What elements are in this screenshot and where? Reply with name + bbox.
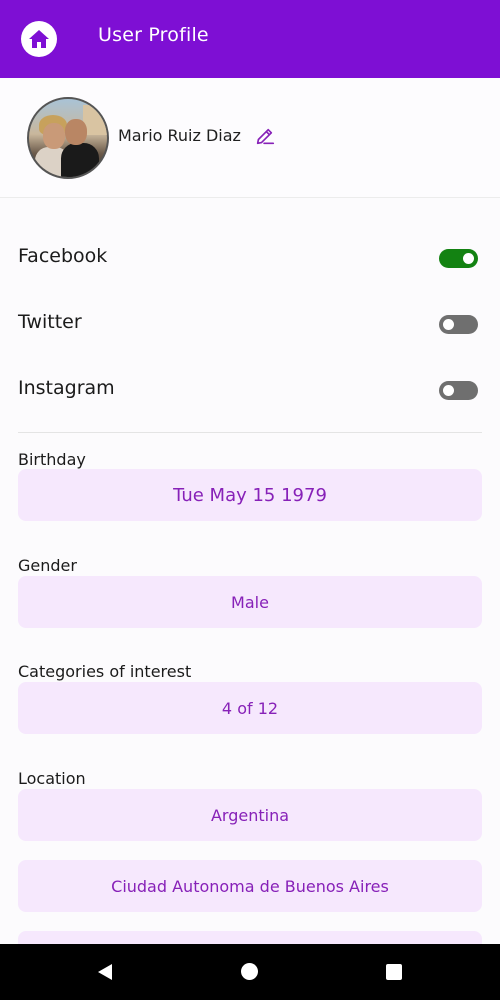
twitter-label: Twitter: [18, 311, 82, 333]
page-title: User Profile: [98, 24, 209, 46]
home-circle-icon[interactable]: [241, 963, 258, 980]
home-button[interactable]: [21, 21, 57, 57]
gender-field[interactable]: Male: [18, 576, 482, 628]
pencil-icon[interactable]: [254, 125, 276, 147]
categories-label: Categories of interest: [18, 662, 192, 681]
region-field[interactable]: Ciudad Autonoma de Buenos Aires: [18, 860, 482, 912]
social-row-twitter: Twitter: [18, 309, 482, 339]
recents-icon[interactable]: [386, 964, 402, 980]
birthday-field[interactable]: Tue May 15 1979: [18, 469, 482, 521]
app-bar: User Profile: [0, 0, 500, 78]
facebook-toggle[interactable]: [439, 249, 478, 268]
birthday-label: Birthday: [18, 450, 86, 469]
categories-field[interactable]: 4 of 12: [18, 682, 482, 734]
gender-label: Gender: [18, 556, 77, 575]
country-field[interactable]: Argentina: [18, 789, 482, 841]
facebook-label: Facebook: [18, 245, 108, 267]
avatar[interactable]: [27, 97, 109, 179]
home-icon: [29, 30, 49, 48]
instagram-toggle[interactable]: [439, 381, 478, 400]
location-label: Location: [18, 769, 86, 788]
profile-name: Mario Ruiz Diaz: [118, 126, 241, 145]
back-icon[interactable]: [96, 963, 114, 981]
social-row-facebook: Facebook: [18, 243, 482, 273]
twitter-toggle[interactable]: [439, 315, 478, 334]
instagram-label: Instagram: [18, 377, 115, 399]
profile-header: Mario Ruiz Diaz: [0, 78, 500, 198]
social-row-instagram: Instagram: [18, 375, 482, 405]
divider: [18, 432, 482, 433]
